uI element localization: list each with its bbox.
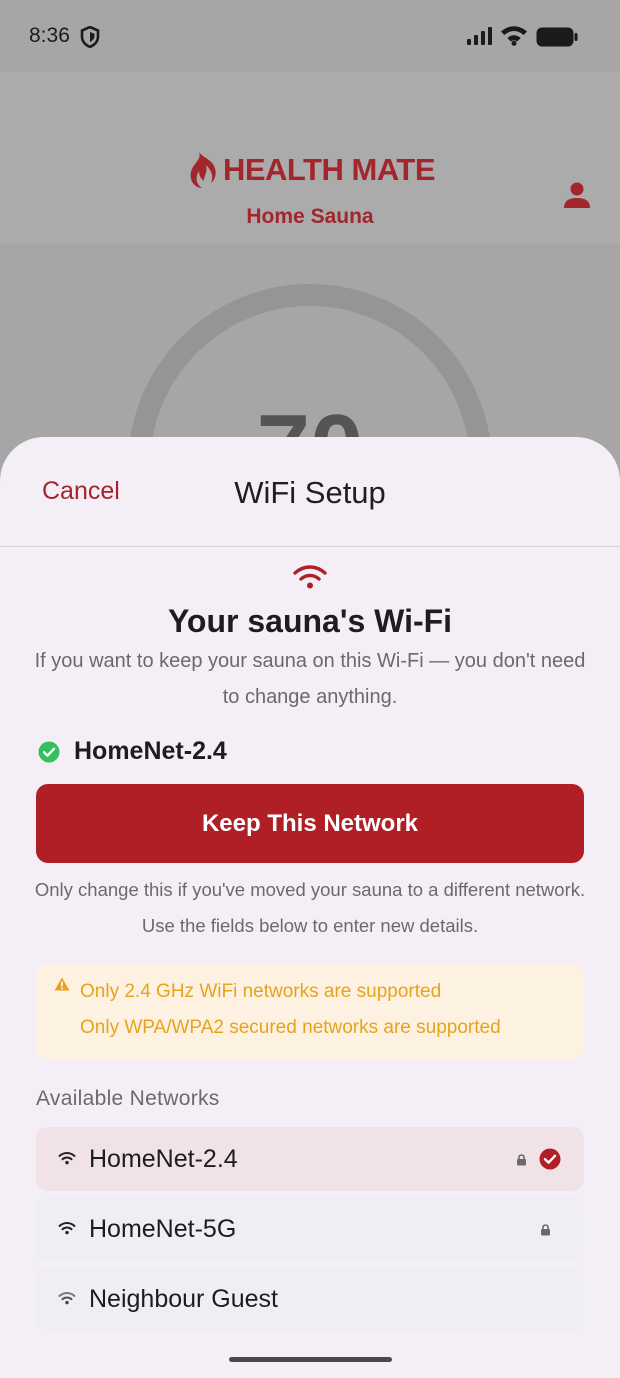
hero-description: If you want to keep your sauna on this W…: [34, 650, 586, 708]
check-circle-icon: [38, 741, 60, 762]
status-time: 8:36: [29, 24, 70, 47]
network-name: Neighbour Guest: [89, 1284, 279, 1313]
network-item-neighbour-guest[interactable]: Neighbour Guest: [36, 1267, 584, 1331]
temperature-gauge: 70: [0, 244, 620, 464]
brand-logo: HEALTH MATE Home Sauna: [0, 150, 620, 229]
wifi-status-icon: [501, 26, 527, 46]
warning-text: Only 2.4 GHz WiFi networks are supported: [80, 981, 442, 1002]
wifi-icon: [293, 565, 327, 589]
lock-icon: [541, 1224, 550, 1236]
warning-icon: [54, 977, 70, 991]
sheet-title: WiFi Setup: [234, 475, 386, 510]
brand-subtitle: Home Sauna: [246, 205, 374, 228]
hero-title: Your sauna's Wi-Fi: [167, 603, 453, 639]
current-network-name: HomeNet-2.4: [74, 737, 227, 765]
change-note: Only change this if you've moved your sa…: [34, 879, 586, 936]
status-bar: 8:36: [0, 0, 620, 72]
network-item-homenet-5g[interactable]: HomeNet-5G: [36, 1197, 584, 1261]
current-network: HomeNet-2.4: [38, 737, 227, 766]
brand-name: HEALTH MATE: [222, 152, 436, 187]
home-indicator[interactable]: [229, 1357, 392, 1362]
app-header: HEALTH MATE Home Sauna: [0, 72, 620, 244]
warning-text: Only WPA/WPA2 secured networks are suppo…: [80, 1017, 501, 1038]
shield-icon: [80, 26, 100, 48]
wifi-setup-sheet: Cancel WiFi Setup Your sauna's Wi-Fi If …: [0, 437, 620, 1378]
selected-check-icon: [539, 1148, 561, 1170]
network-name: HomeNet-5G: [89, 1214, 237, 1243]
battery-icon: [536, 27, 578, 47]
network-item-homenet-2-4[interactable]: HomeNet-2.4: [36, 1127, 584, 1191]
sheet-header: Cancel WiFi Setup: [0, 437, 620, 547]
wifi-icon: [58, 1222, 76, 1235]
warning-box: Only 2.4 GHz WiFi networks are supported…: [36, 963, 584, 1059]
lock-icon: [517, 1154, 526, 1166]
network-list: HomeNet-2.4 HomeNet-5G Neighbour Guest: [36, 1127, 584, 1337]
profile-icon[interactable]: [562, 180, 592, 210]
wifi-icon: [58, 1292, 76, 1305]
flame-icon: [190, 152, 216, 188]
cellular-signal-icon: [467, 27, 492, 45]
available-networks-title: Available Networks: [36, 1087, 220, 1110]
network-name: HomeNet-2.4: [89, 1144, 238, 1173]
keep-network-button[interactable]: Keep This Network: [36, 784, 584, 863]
wifi-icon: [58, 1152, 76, 1165]
